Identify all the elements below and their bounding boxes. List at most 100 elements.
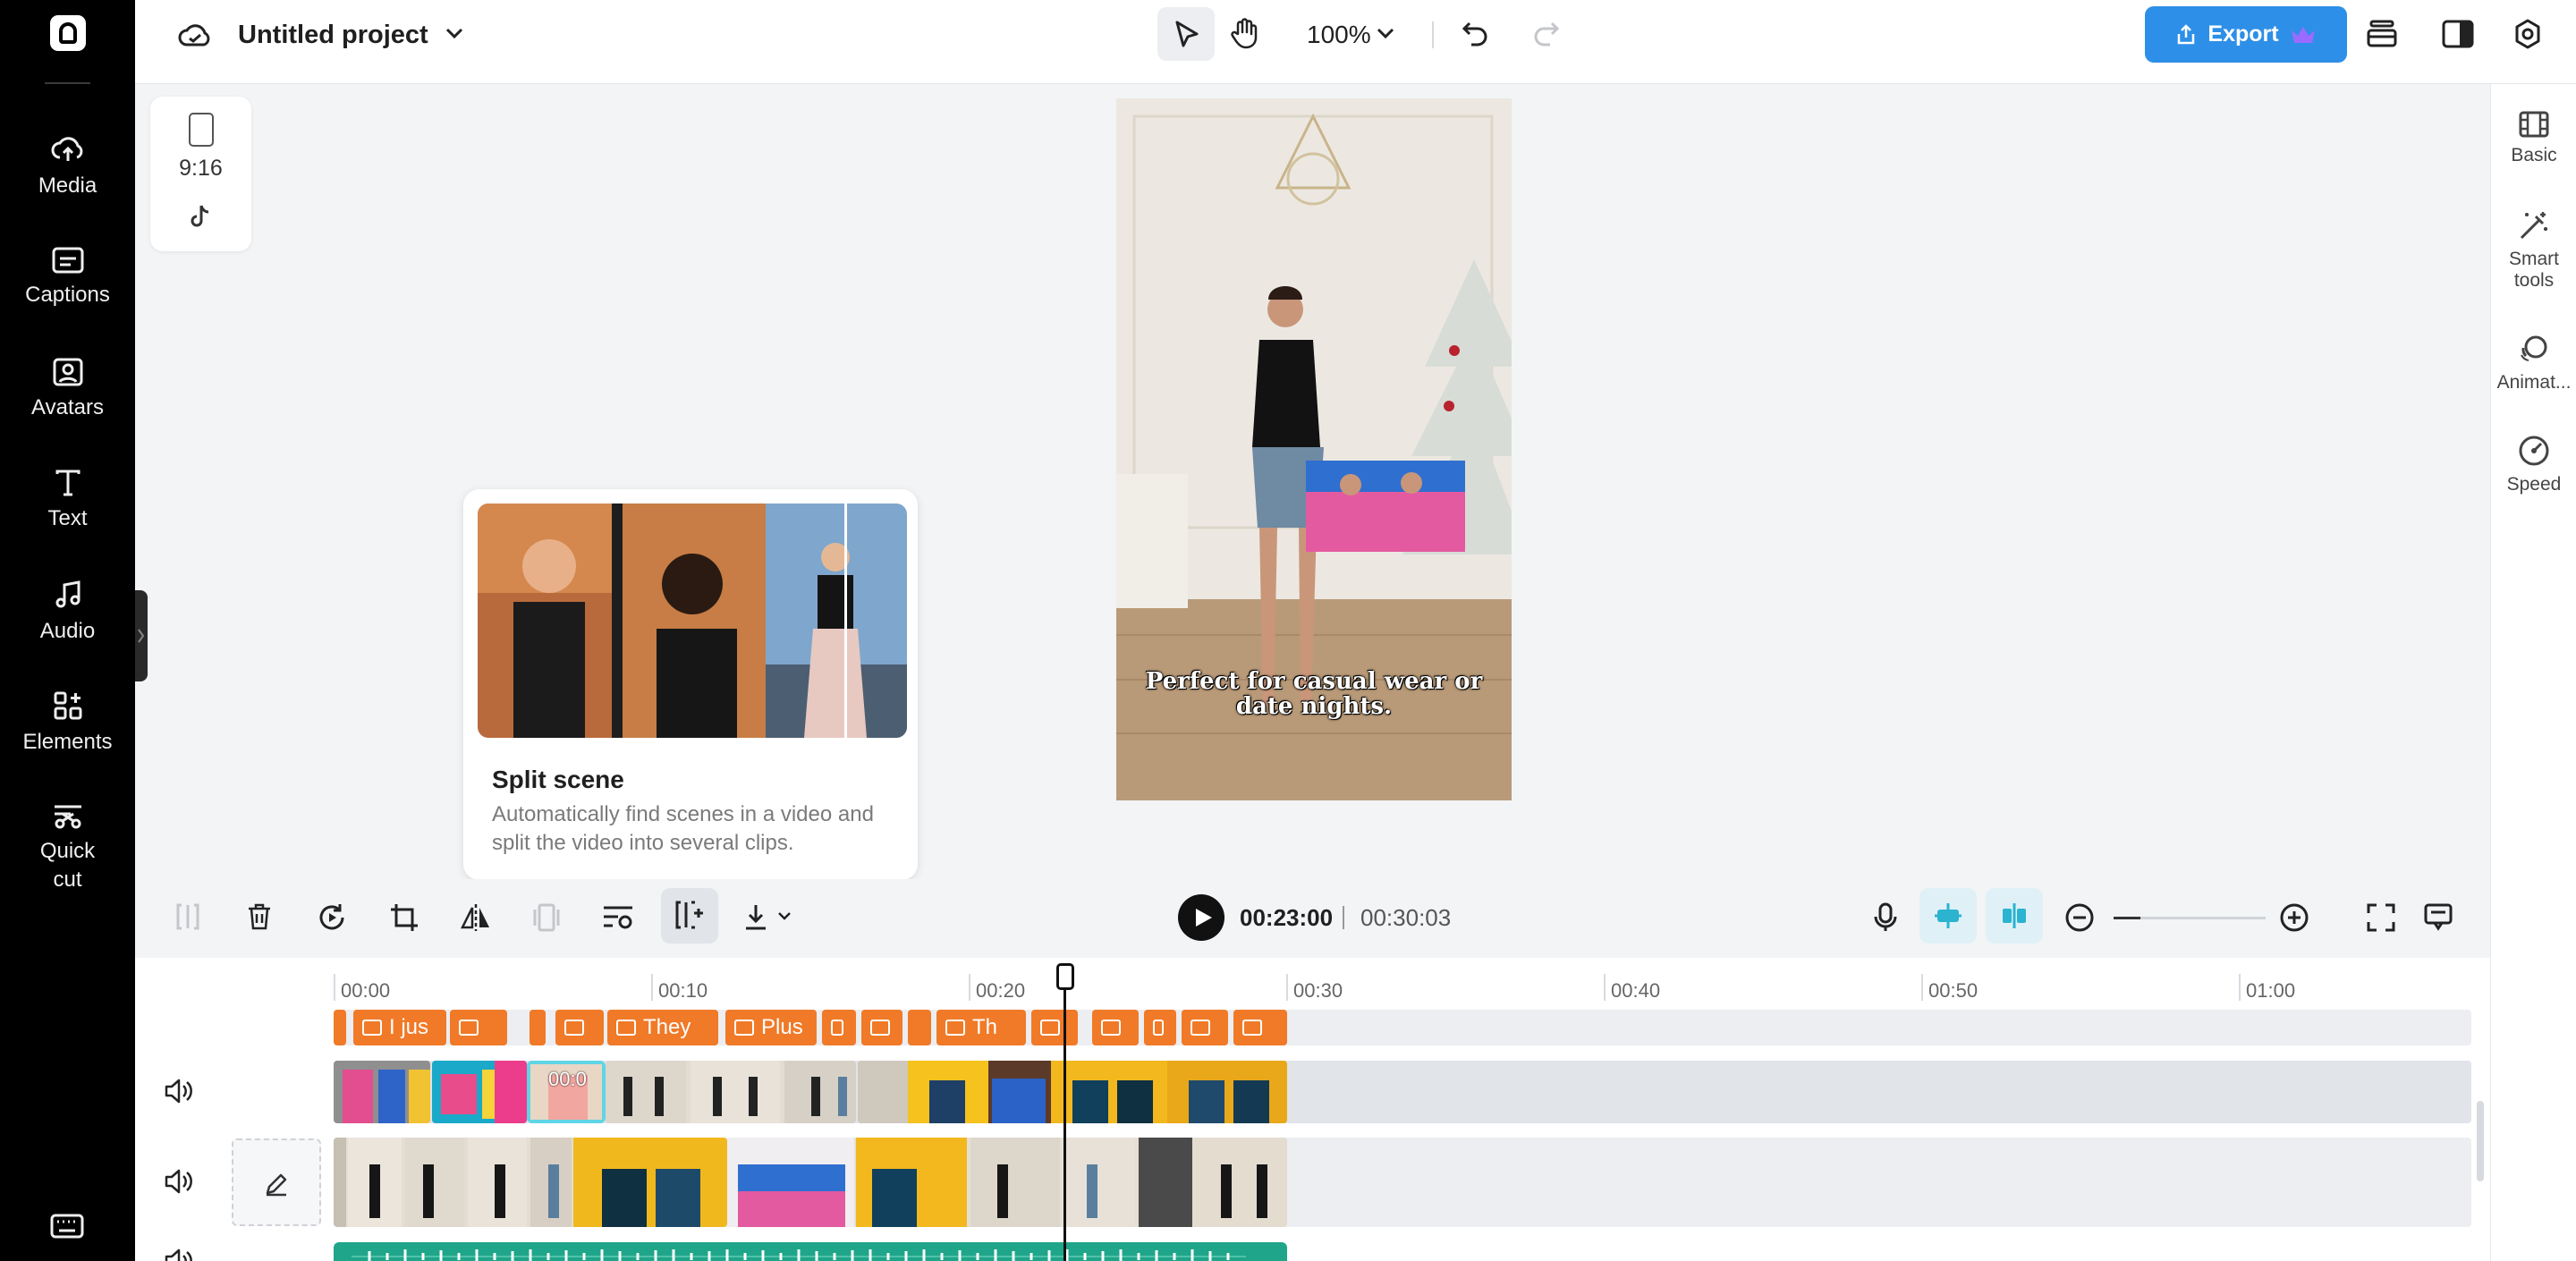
clip-thumbnail [729, 1138, 1287, 1227]
caption-clip[interactable] [1092, 1010, 1139, 1045]
caption-clip[interactable]: Plus [725, 1010, 817, 1045]
fullscreen-button[interactable] [2366, 902, 2396, 933]
clip-thumbnail [432, 1061, 527, 1123]
app-logo[interactable] [50, 15, 86, 51]
adjust-button[interactable] [602, 902, 634, 931]
edit-track-button[interactable] [232, 1138, 321, 1226]
sidebar-item-elements[interactable]: Elements [0, 690, 135, 757]
panel-tab-smart-tools[interactable]: Smart tools [2491, 209, 2576, 292]
freeze-frame-button[interactable] [532, 902, 561, 933]
panel-tab-speed[interactable]: Speed [2491, 435, 2576, 495]
flip-icon [460, 904, 489, 931]
video-preview[interactable]: Perfect for casual wear or date nights. [1116, 98, 1512, 800]
timeline-zoom-slider[interactable] [2114, 917, 2266, 919]
sidebar-item-audio[interactable]: Audio [0, 580, 135, 646]
video-clip[interactable] [334, 1138, 727, 1227]
caption-clip[interactable] [1182, 1010, 1228, 1045]
redo-button[interactable] [1530, 18, 1561, 48]
caption-clip[interactable] [822, 1010, 856, 1045]
selected-video-clip[interactable]: 00:0 [527, 1061, 606, 1123]
caption-clip[interactable] [1031, 1010, 1078, 1045]
split-clip-button[interactable] [174, 902, 201, 931]
caption-clip[interactable] [450, 1010, 507, 1045]
crop-button[interactable] [389, 902, 419, 933]
clip-thumbnail [334, 1061, 430, 1123]
track-volume-button[interactable] [164, 1168, 192, 1195]
link-tracks-button[interactable] [1986, 888, 2043, 944]
track-volume-button[interactable] [164, 1078, 192, 1104]
play-icon [1196, 909, 1212, 927]
video-clip[interactable] [334, 1061, 430, 1123]
keyboard-shortcuts-button[interactable] [50, 1214, 84, 1239]
panel-tab-label: Basic [2511, 145, 2557, 165]
layers-icon[interactable] [2366, 20, 2398, 48]
video-clip[interactable] [858, 1061, 1287, 1123]
undo-button[interactable] [1461, 18, 1491, 48]
sidebar-item-media[interactable]: Media [0, 134, 135, 200]
video-clip[interactable] [432, 1061, 527, 1123]
zoom-level[interactable]: 100% [1307, 21, 1371, 49]
caption-clip-text: I jus [389, 1015, 429, 1039]
sliders-icon [604, 906, 632, 929]
settings-icon[interactable] [2512, 18, 2544, 50]
caption-clip-icon [831, 1020, 843, 1036]
export-button[interactable]: Export [2145, 6, 2347, 63]
video-caption-overlay[interactable]: Perfect for casual wear or date nights. [1116, 669, 1512, 719]
cursor-icon [1175, 21, 1199, 47]
replace-button[interactable] [317, 902, 347, 933]
sidebar-item-captions[interactable]: Captions [0, 247, 135, 309]
aspect-ratio-selector[interactable]: 9:16 [150, 97, 251, 251]
video-clip[interactable] [729, 1138, 1287, 1227]
zoom-out-button[interactable] [2064, 902, 2095, 933]
sidebar-item-quick-cut[interactable]: Quick cut [0, 801, 135, 894]
caption-clip[interactable] [908, 1010, 931, 1045]
hand-tool-button[interactable] [1230, 18, 1260, 50]
delete-button[interactable] [246, 902, 273, 931]
timeline[interactable]: 00:00 00:10 00:20 00:30 00:40 00:50 01:0… [135, 958, 2490, 1261]
caption-clip[interactable]: They [607, 1010, 718, 1045]
sidebar-item-text[interactable]: Text [0, 469, 135, 533]
flip-button[interactable] [460, 902, 492, 933]
panel-layout-icon[interactable] [2442, 20, 2474, 48]
caption-clip-icon [1191, 1020, 1210, 1036]
split-scene-button[interactable] [661, 888, 718, 944]
playhead[interactable] [1063, 965, 1066, 1261]
export-label: Export [2207, 21, 2279, 47]
comment-button[interactable] [2423, 902, 2453, 933]
video-clip[interactable] [606, 1061, 856, 1123]
panel-tab-animation[interactable]: Animat... [2491, 333, 2576, 394]
caption-clip[interactable]: I jus [353, 1010, 446, 1045]
caption-clip[interactable] [530, 1010, 546, 1045]
audio-clip[interactable] [334, 1242, 1287, 1261]
chevron-down-icon[interactable] [1375, 24, 1396, 42]
sidebar-item-label: Text [47, 506, 88, 530]
timeline-toolbar: 00:23:00 00:30:03 [135, 879, 2490, 958]
playhead-handle[interactable] [1056, 963, 1074, 990]
cloud-sync-icon[interactable] [178, 21, 212, 48]
chevron-down-icon[interactable] [444, 24, 465, 42]
panel-tab-basic[interactable]: Basic [2491, 111, 2576, 166]
caption-clip[interactable] [1233, 1010, 1287, 1045]
select-tool-button[interactable] [1157, 7, 1215, 61]
auto-snap-button[interactable] [1919, 888, 1977, 944]
caption-clip[interactable] [334, 1010, 346, 1045]
animation-icon [2521, 335, 2547, 361]
panel-tab-label: Animat... [2496, 372, 2572, 393]
caption-clip[interactable] [861, 1010, 902, 1045]
caption-clip[interactable] [555, 1010, 604, 1045]
sidebar-collapse-handle[interactable] [135, 590, 148, 681]
microphone-button[interactable] [1873, 902, 1898, 933]
hand-icon [1231, 18, 1258, 49]
timeline-scrollbar[interactable] [2477, 1101, 2484, 1181]
download-button[interactable] [743, 902, 793, 931]
clip-thumbnail [334, 1138, 727, 1227]
track-volume-button[interactable] [164, 1248, 192, 1261]
zoom-in-button[interactable] [2279, 902, 2309, 933]
caption-clip[interactable]: Th [936, 1010, 1026, 1045]
caption-clip[interactable] [1144, 1010, 1176, 1045]
project-title[interactable]: Untitled project [238, 21, 428, 50]
ruler-label: 00:30 [1293, 979, 1343, 1002]
sidebar-item-avatars[interactable]: Avatars [0, 358, 135, 422]
crown-icon [2291, 26, 2315, 43]
play-button[interactable] [1178, 894, 1224, 941]
